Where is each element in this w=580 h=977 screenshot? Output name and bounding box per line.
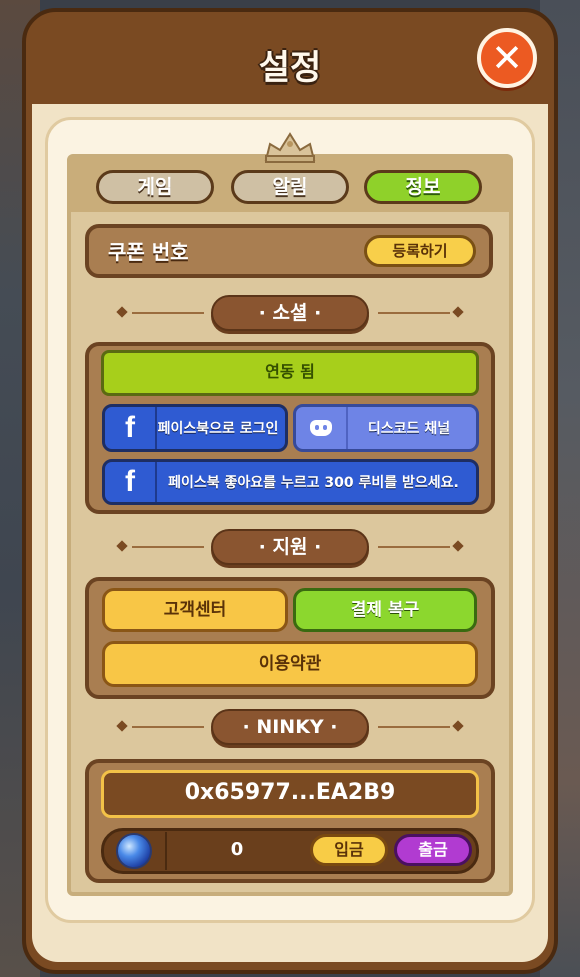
facebook-icon-box: f	[105, 407, 157, 449]
discord-icon-box	[296, 407, 348, 449]
tab-info[interactable]: 정보	[364, 170, 482, 204]
ruby-balance-value: 0	[230, 839, 244, 860]
close-icon: ✕	[491, 36, 523, 80]
coupon-label: 쿠폰 번호	[108, 240, 189, 264]
facebook-icon-box: f	[105, 462, 157, 502]
divider-line	[132, 312, 204, 314]
discord-channel-button[interactable]: 디스코드 채널	[293, 404, 479, 452]
tab-game[interactable]: 게임	[96, 170, 214, 204]
close-button[interactable]: ✕	[477, 28, 537, 88]
facebook-like-label: 페이스북 좋아요를 누르고 300 루비를 받으세요.	[168, 475, 459, 491]
section-header-ninky: · NINKY ·	[211, 709, 369, 745]
payment-restore-button[interactable]: 결제 복구	[293, 588, 477, 632]
withdraw-button[interactable]: 출금	[394, 834, 472, 866]
facebook-icon: f	[125, 411, 135, 444]
deposit-button[interactable]: 입금	[310, 834, 388, 866]
divider-line	[132, 726, 204, 728]
discord-icon	[310, 420, 332, 436]
tab-notification[interactable]: 알림	[231, 170, 349, 204]
crown-icon	[264, 132, 316, 163]
linked-status-bar[interactable]: 연동 됨	[101, 350, 479, 396]
section-header-social: · 소셜 ·	[211, 295, 369, 331]
gem-divider	[165, 832, 167, 870]
wallet-address[interactable]: 0x65977...EA2B9	[101, 770, 479, 818]
register-coupon-button[interactable]: 등록하기	[364, 235, 476, 267]
divider-line	[378, 546, 450, 548]
facebook-login-label: 페이스북으로 로그인	[157, 421, 279, 437]
divider-line	[132, 546, 204, 548]
facebook-login-button[interactable]: f 페이스북으로 로그인	[102, 404, 288, 452]
discord-channel-label: 디스코드 채널	[367, 421, 451, 437]
section-header-support: · 지원 ·	[211, 529, 369, 565]
divider-line	[378, 312, 450, 314]
customer-center-button[interactable]: 고객센터	[102, 588, 288, 632]
page-title: 설정	[258, 48, 322, 88]
facebook-like-button[interactable]: f 페이스북 좋아요를 누르고 300 루비를 받으세요.	[102, 459, 479, 505]
divider-line	[378, 726, 450, 728]
terms-button[interactable]: 이용약관	[102, 641, 478, 687]
facebook-icon: f	[125, 465, 135, 498]
blue-gem-icon	[116, 833, 152, 869]
